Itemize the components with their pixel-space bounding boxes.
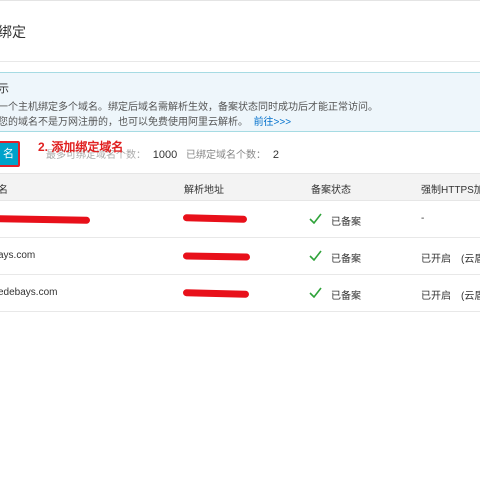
redaction-mark <box>182 252 251 261</box>
column-header-icp-status: 备案状态 <box>311 185 351 196</box>
check-icon <box>309 250 322 261</box>
domain-binding-page: 绑定 示 一个主机绑定多个域名。绑定后域名需解析生效，备案状态同时成功后才能正常… <box>0 0 480 480</box>
max-count-value: 1000 <box>152 149 178 161</box>
column-header-resolve-address: 解析地址 <box>184 185 224 196</box>
goto-dns-link[interactable]: 前往>>> <box>254 117 292 128</box>
add-domain-button[interactable]: 名 <box>0 141 20 167</box>
https-status: 已开启 (云盾 <box>421 254 480 265</box>
domain-name: edebays.com <box>0 287 58 298</box>
domain-name: ays.com <box>0 250 36 261</box>
notice-text-2: 您的域名不是万网注册的，也可以免费使用阿里云解析。 前往>>> <box>0 113 291 128</box>
bound-count-value: 2 <box>272 149 279 161</box>
check-icon <box>309 213 322 224</box>
title-bar <box>0 0 480 62</box>
check-icon <box>309 287 322 298</box>
column-header-force-https: 强制HTTPS加 <box>421 185 480 196</box>
notice-text-2-body: 您的域名不是万网注册的，也可以免费使用阿里云解析。 <box>0 117 248 128</box>
page-title: 绑定 <box>0 24 26 40</box>
https-status: 已开启 (云盾 <box>421 291 480 302</box>
step-annotation: 2. 添加绑定域名 <box>38 140 124 154</box>
notice-text: 一个主机绑定多个域名。绑定后域名需解析生效，备案状态同时成功后才能正常访问。 <box>0 102 378 113</box>
notice-title: 示 <box>0 83 9 95</box>
bound-count-label: 已绑定域名个数： <box>186 150 267 161</box>
table-header <box>0 173 480 201</box>
column-header-domain: 名 <box>0 185 8 196</box>
icp-status: 已备案 <box>331 291 361 302</box>
https-status: - <box>421 213 425 224</box>
icp-status: 已备案 <box>331 217 361 228</box>
icp-status: 已备案 <box>331 254 361 265</box>
